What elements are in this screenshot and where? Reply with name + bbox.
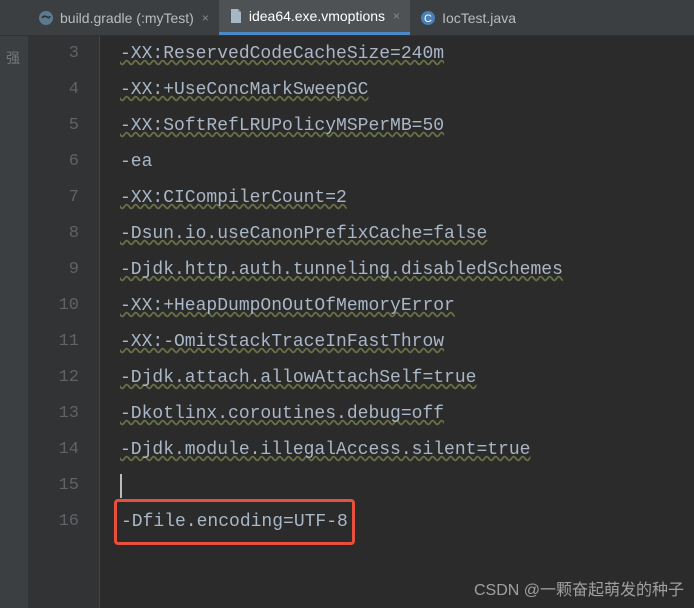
code-line: -XX:-OmitStackTraceInFastThrow bbox=[120, 324, 694, 360]
editor: 强 3 4 5 6 7 8 9 10 11 12 13 14 15 16 -XX… bbox=[0, 36, 694, 608]
line-number: 9 bbox=[28, 252, 79, 288]
code-line: -XX:CICompilerCount=2 bbox=[120, 180, 694, 216]
line-gutter: 3 4 5 6 7 8 9 10 11 12 13 14 15 16 bbox=[28, 36, 100, 608]
line-number: 13 bbox=[28, 396, 79, 432]
code-line: -Dkotlinx.coroutines.debug=off bbox=[120, 396, 694, 432]
line-number: 16 bbox=[28, 504, 79, 540]
gradle-icon bbox=[38, 10, 54, 26]
class-icon: C bbox=[420, 10, 436, 26]
text-cursor bbox=[120, 474, 122, 498]
file-icon bbox=[229, 8, 243, 24]
code-line: -Djdk.attach.allowAttachSelf=true bbox=[120, 360, 694, 396]
code-line: -XX:+HeapDumpOnOutOfMemoryError bbox=[120, 288, 694, 324]
line-number: 8 bbox=[28, 216, 79, 252]
line-number: 10 bbox=[28, 288, 79, 324]
line-number: 7 bbox=[28, 180, 79, 216]
line-number: 12 bbox=[28, 360, 79, 396]
line-number: 3 bbox=[28, 36, 79, 72]
code-line: -XX:ReservedCodeCacheSize=240m bbox=[120, 36, 694, 72]
code-line: -XX:SoftRefLRUPolicyMSPerMB=50 bbox=[120, 108, 694, 144]
line-number: 6 bbox=[28, 144, 79, 180]
tab-label: IocTest.java bbox=[442, 10, 516, 26]
close-icon[interactable]: × bbox=[202, 11, 209, 25]
code-line: -Dsun.io.useCanonPrefixCache=false bbox=[120, 216, 694, 252]
tab-build-gradle[interactable]: build.gradle (:myTest) × bbox=[28, 0, 219, 35]
line-number: 5 bbox=[28, 108, 79, 144]
line-number: 4 bbox=[28, 72, 79, 108]
line-number: 11 bbox=[28, 324, 79, 360]
sidebar-marker: 强 bbox=[6, 48, 20, 68]
tab-ioctest[interactable]: C IocTest.java bbox=[410, 0, 526, 35]
code-content[interactable]: -XX:ReservedCodeCacheSize=240m -XX:+UseC… bbox=[100, 36, 694, 608]
code-line: -XX:+UseConcMarkSweepGC bbox=[120, 72, 694, 108]
tab-label: idea64.exe.vmoptions bbox=[249, 8, 385, 24]
svg-text:C: C bbox=[424, 13, 432, 25]
code-line: -Djdk.http.auth.tunneling.disabledScheme… bbox=[120, 252, 694, 288]
left-margin: 强 bbox=[0, 36, 28, 608]
tab-vmoptions[interactable]: idea64.exe.vmoptions × bbox=[219, 0, 410, 35]
code-line: -Dfile.encoding=UTF-8 bbox=[120, 504, 694, 540]
code-line: -Djdk.module.illegalAccess.silent=true bbox=[120, 432, 694, 468]
highlighted-line: -Dfile.encoding=UTF-8 bbox=[114, 499, 355, 545]
tab-label: build.gradle (:myTest) bbox=[60, 10, 194, 26]
line-number: 15 bbox=[28, 468, 79, 504]
close-icon[interactable]: × bbox=[393, 9, 400, 23]
editor-tabs: build.gradle (:myTest) × idea64.exe.vmop… bbox=[0, 0, 694, 36]
line-number: 14 bbox=[28, 432, 79, 468]
code-line: -ea bbox=[120, 144, 694, 180]
